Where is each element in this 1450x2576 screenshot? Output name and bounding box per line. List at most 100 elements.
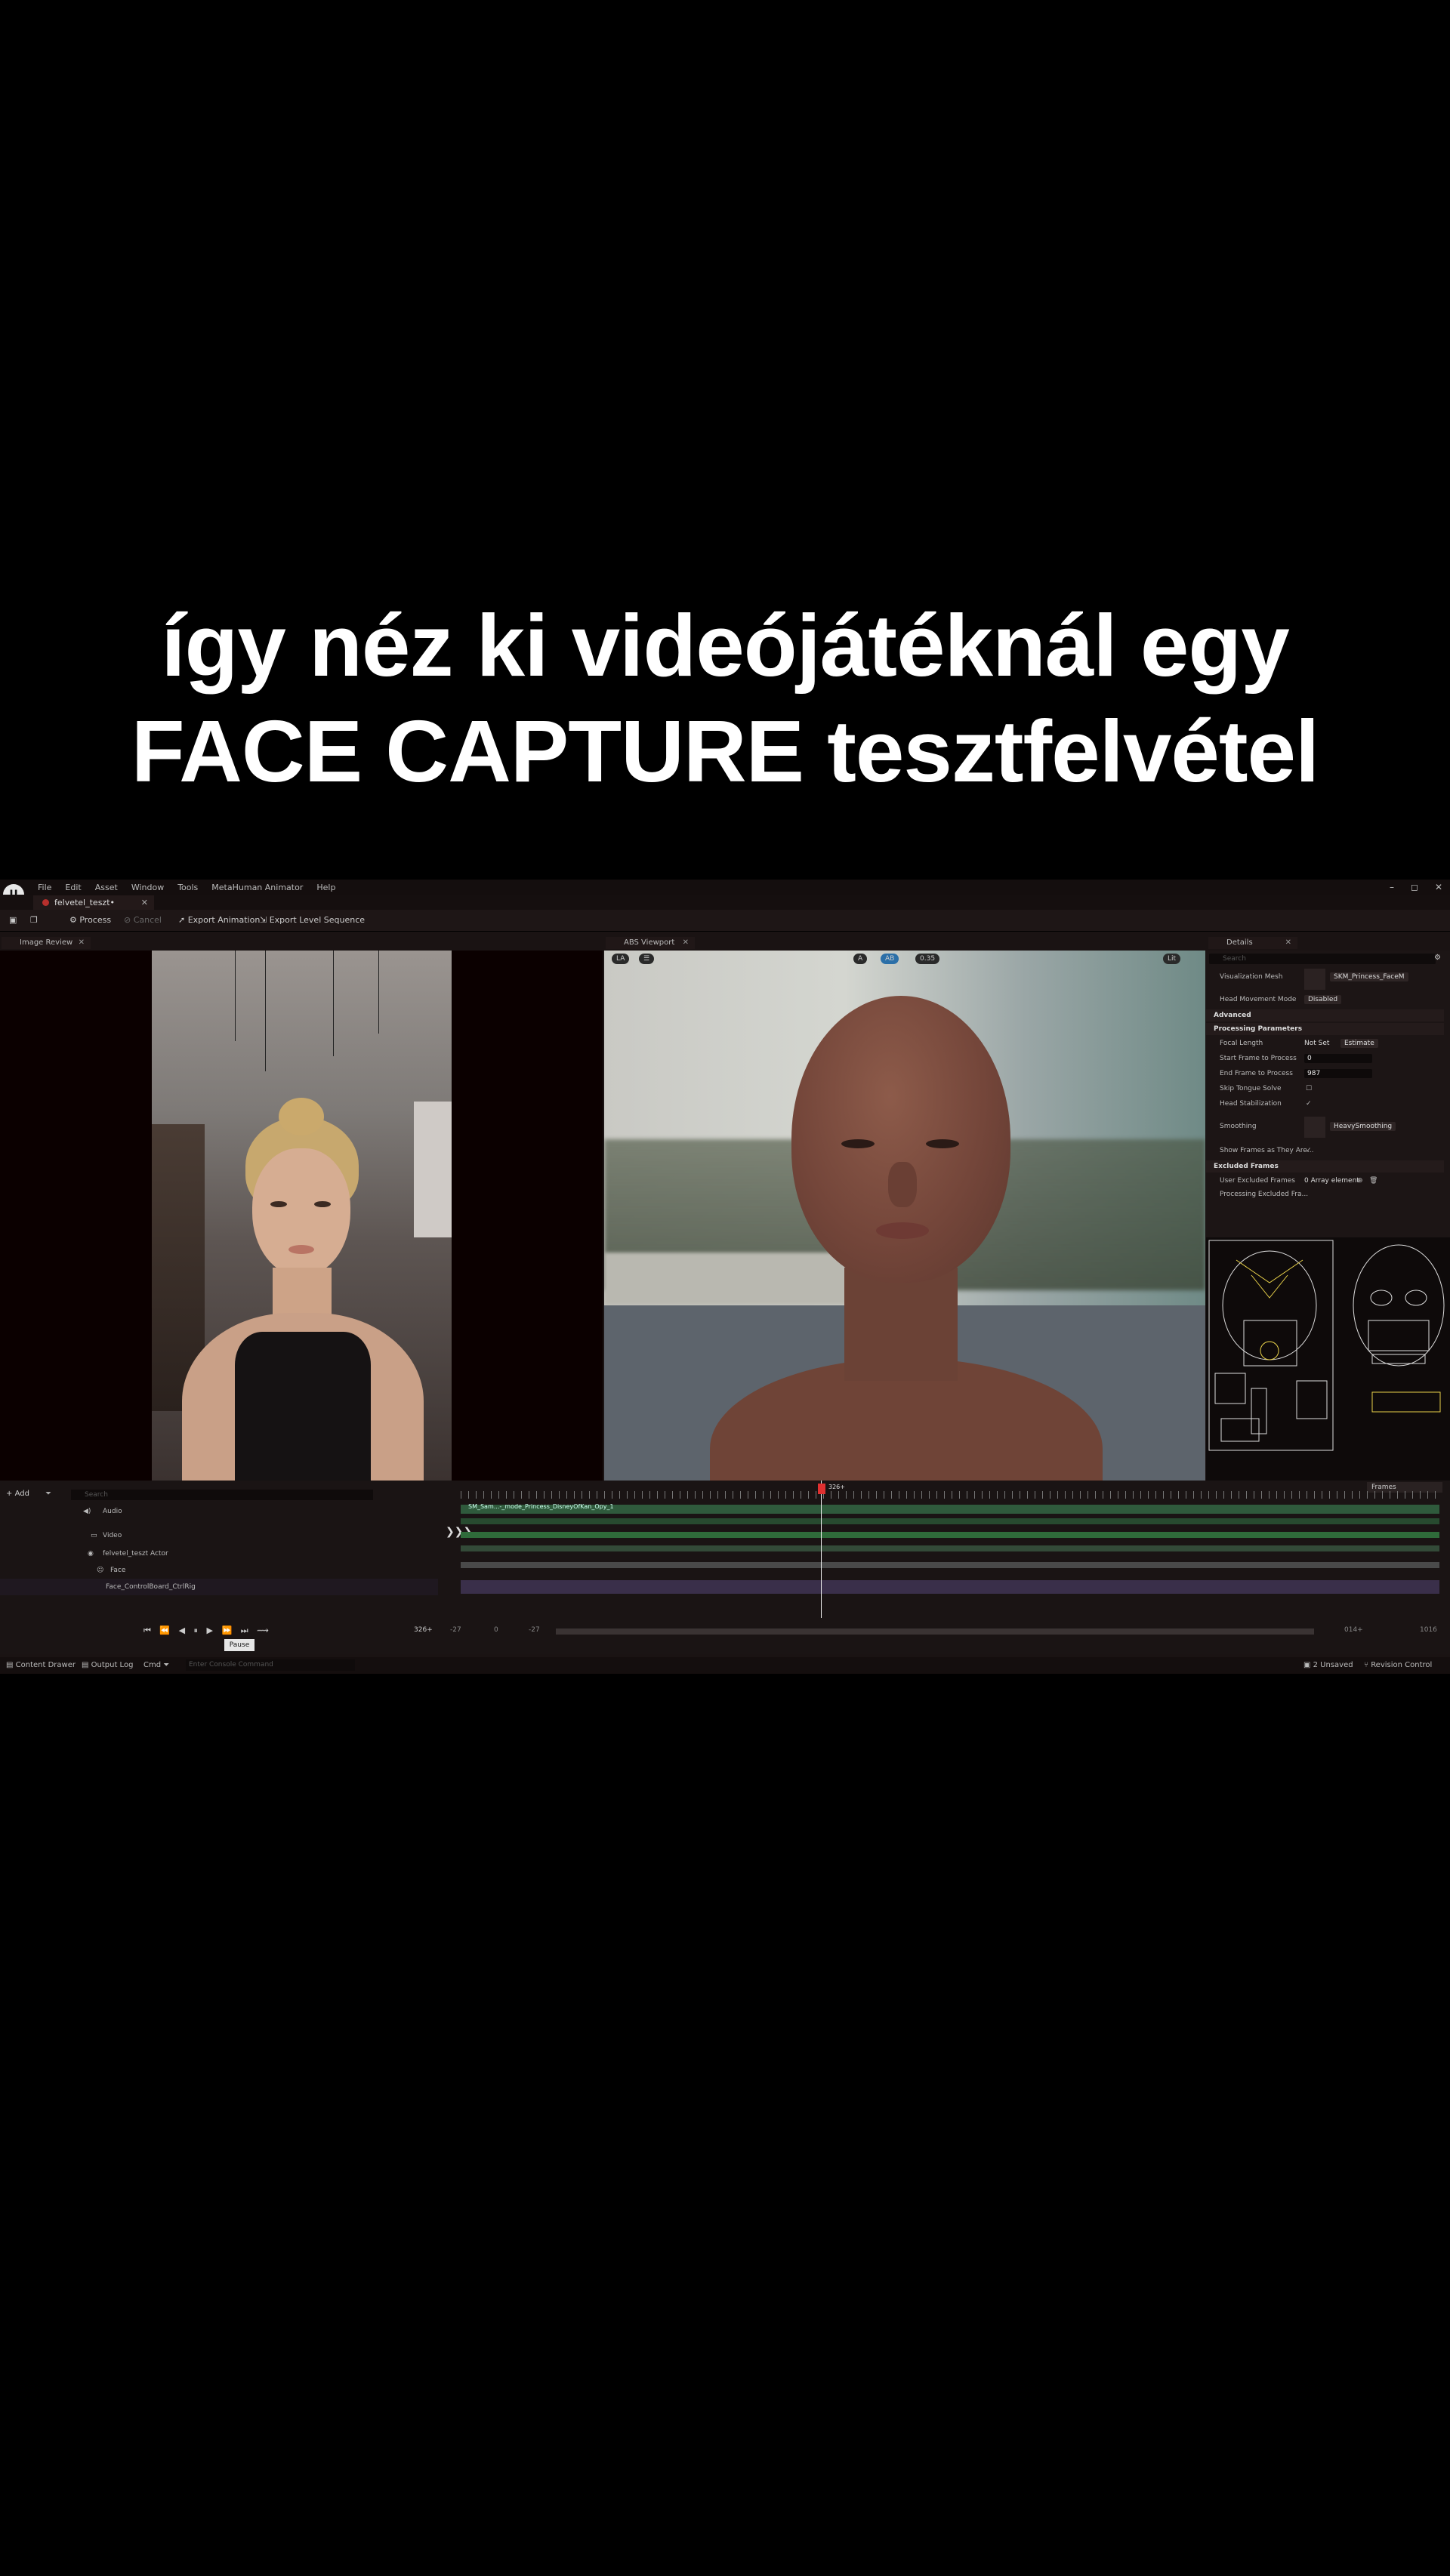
tab-felvetel-teszt[interactable]: felvetel_teszt• ✕ bbox=[33, 895, 154, 910]
range-mid2[interactable]: -27 bbox=[529, 1626, 540, 1634]
save-icon[interactable]: ▣ bbox=[9, 915, 17, 925]
add-element-icon[interactable]: ⊕ bbox=[1357, 1174, 1363, 1188]
row-processing-excluded: Processing Excluded Fra... bbox=[1220, 1191, 1309, 1198]
track-control-rig[interactable]: Face_ControlBoard_CtrlRig bbox=[0, 1579, 438, 1595]
menu-edit[interactable]: Edit bbox=[65, 883, 81, 892]
cancel-button[interactable]: ⊘ Cancel bbox=[124, 915, 162, 925]
row-head-stabilization: Head Stabilization ✓ bbox=[1206, 1097, 1444, 1111]
view-a-button[interactable]: A bbox=[853, 954, 868, 964]
playhead[interactable] bbox=[821, 1481, 822, 1618]
tab-details[interactable]: Details ✕ bbox=[1208, 937, 1297, 949]
section-processing-parameters[interactable]: Processing Parameters bbox=[1206, 1023, 1444, 1035]
tab-image-review[interactable]: Image Review ✕ bbox=[2, 937, 91, 949]
row-visualization-mesh: Visualization Mesh SKM_Princess_FaceM bbox=[1206, 969, 1444, 990]
timeline-scrollbar[interactable] bbox=[556, 1628, 1314, 1635]
smoothing-thumbnail[interactable] bbox=[1304, 1117, 1325, 1138]
range-start[interactable]: -27 bbox=[450, 1626, 461, 1634]
skip-tongue-checkbox[interactable]: ☐ bbox=[1306, 1082, 1312, 1095]
export-sequence-icon: ⇲ bbox=[260, 915, 270, 925]
details-search-input[interactable]: Search bbox=[1209, 954, 1436, 964]
start-frame-input[interactable]: 0 bbox=[1304, 1054, 1372, 1063]
section-excluded-frames[interactable]: Excluded Frames bbox=[1206, 1160, 1444, 1172]
close-tab-icon[interactable]: ✕ bbox=[141, 895, 148, 910]
timeline-ruler[interactable] bbox=[461, 1491, 1442, 1499]
filter-icon[interactable]: ⏷ bbox=[45, 1490, 51, 1498]
playhead-handle[interactable] bbox=[818, 1484, 825, 1494]
export-level-sequence-button[interactable]: ⇲ Export Level Sequence bbox=[260, 915, 365, 925]
console-input[interactable]: Enter Console Command bbox=[186, 1659, 355, 1671]
export-animation-button[interactable]: ➚ Export Animation bbox=[178, 915, 260, 925]
menu-asset[interactable]: Asset bbox=[95, 883, 118, 892]
viewport-view-button[interactable]: ☰ bbox=[639, 954, 655, 964]
face-icon: ☺ bbox=[97, 1567, 104, 1574]
revision-control-button[interactable]: ⑂ Revision Control bbox=[1364, 1657, 1432, 1674]
process-button[interactable]: ⚙ Process bbox=[69, 915, 111, 925]
revision-icon: ⑂ bbox=[1364, 1661, 1371, 1669]
unsaved-indicator[interactable]: ▣ 2 Unsaved bbox=[1303, 1657, 1353, 1674]
face-control-board-diagram bbox=[1206, 1237, 1450, 1481]
face-board-svg bbox=[1208, 1240, 1445, 1451]
sequencer-panel: + Add ⏷ Search Frames ◀) Audio ▭ Video ◉… bbox=[0, 1481, 1450, 1654]
reference-video-frame bbox=[152, 951, 452, 1481]
menu-help[interactable]: Help bbox=[316, 883, 335, 892]
transport-controls[interactable]: ⏮ ⏪ ◀ ⏸ ▶ ⏩ ⏭ ⟿ bbox=[143, 1625, 272, 1636]
add-track-button[interactable]: + Add bbox=[6, 1490, 29, 1498]
menu-file[interactable]: File bbox=[38, 883, 51, 892]
menu-metahuman-animator[interactable]: MetaHuman Animator bbox=[211, 883, 303, 892]
section-advanced[interactable]: Advanced bbox=[1206, 1009, 1444, 1021]
end-frame-input[interactable]: 987 bbox=[1304, 1069, 1372, 1078]
video-lane[interactable] bbox=[461, 1532, 1439, 1538]
range-end2[interactable]: 1016 bbox=[1420, 1626, 1437, 1634]
mesh-dropdown[interactable]: SKM_Princess_FaceM bbox=[1330, 972, 1408, 981]
audio-waveform-lane bbox=[461, 1518, 1439, 1524]
metahuman-viewport[interactable]: LA ☰ A AB 0.35 Lit bbox=[604, 951, 1205, 1481]
viewport-mode-button[interactable]: LA bbox=[612, 954, 630, 964]
caption-line-2: FACE CAPTURE tesztfelvétel bbox=[131, 702, 1320, 800]
image-review-panel bbox=[0, 951, 603, 1481]
delete-element-icon[interactable]: 🗑 bbox=[1369, 1174, 1378, 1188]
actor-lane[interactable] bbox=[461, 1545, 1439, 1551]
audio-lane[interactable]: SM_Sam...-_mode_Princess_DisneyOfKan_Opy… bbox=[461, 1503, 1439, 1514]
head-stabilization-checkbox[interactable]: ✓ bbox=[1306, 1097, 1312, 1111]
audio-icon: ◀) bbox=[83, 1508, 91, 1515]
zoom-readout[interactable]: 0.35 bbox=[915, 954, 940, 964]
smoothing-dropdown[interactable]: HeavySmoothing bbox=[1330, 1122, 1396, 1131]
control-rig-lane[interactable] bbox=[461, 1580, 1439, 1594]
menu-tools[interactable]: Tools bbox=[177, 883, 198, 892]
settings-icon[interactable]: ⚙ bbox=[1434, 954, 1441, 962]
lit-mode-button[interactable]: Lit bbox=[1163, 954, 1181, 964]
track-face[interactable]: ☺ Face bbox=[0, 1562, 438, 1579]
minimize-icon[interactable]: – bbox=[1390, 882, 1394, 892]
video-icon: ▭ bbox=[91, 1532, 97, 1539]
maximize-icon[interactable]: ◻ bbox=[1411, 882, 1418, 892]
menu-window[interactable]: Window bbox=[131, 883, 164, 892]
actor-icon: ◉ bbox=[88, 1550, 94, 1558]
cmd-dropdown[interactable]: Cmd ⏷ bbox=[143, 1657, 169, 1674]
video-caption: így néz ki videójátéknál egy FACE CAPTUR… bbox=[0, 593, 1450, 804]
range-end[interactable]: 014+ bbox=[1344, 1626, 1363, 1634]
status-bar: ▤ Content Drawer ▤ Output Log Cmd ⏷ Ente… bbox=[0, 1657, 1450, 1674]
show-frames-checkbox[interactable]: ✓ bbox=[1306, 1144, 1312, 1157]
range-mid[interactable]: 0 bbox=[494, 1626, 498, 1634]
row-head-movement: Head Movement Mode Disabled bbox=[1206, 993, 1444, 1006]
sequencer-search-input[interactable]: Search bbox=[71, 1490, 373, 1500]
output-log-button[interactable]: ▤ Output Log bbox=[82, 1657, 133, 1674]
estimate-button[interactable]: Estimate bbox=[1340, 1039, 1378, 1048]
content-drawer-button[interactable]: ▤ Content Drawer bbox=[6, 1657, 76, 1674]
close-panel-icon[interactable]: ✕ bbox=[683, 937, 689, 949]
tab-abs-viewport[interactable]: ABS Viewport ✕ bbox=[606, 937, 695, 949]
browse-icon[interactable]: ❐ bbox=[30, 915, 38, 925]
track-actor[interactable]: ◉ felvetel_teszt Actor bbox=[0, 1545, 438, 1562]
close-panel-icon[interactable]: ✕ bbox=[1285, 937, 1291, 949]
document-tab-bar: felvetel_teszt• ✕ bbox=[0, 895, 1450, 910]
view-ab-button[interactable]: AB bbox=[881, 954, 899, 964]
track-video[interactable]: ▭ Video bbox=[0, 1527, 438, 1544]
track-audio[interactable]: ◀) Audio bbox=[0, 1503, 438, 1520]
current-frame[interactable]: 326+ bbox=[414, 1626, 433, 1634]
face-lane[interactable] bbox=[461, 1562, 1439, 1568]
head-movement-dropdown[interactable]: Disabled bbox=[1304, 995, 1342, 1004]
close-panel-icon[interactable]: ✕ bbox=[79, 937, 85, 949]
tab-title: felvetel_teszt• bbox=[54, 898, 115, 907]
mesh-thumbnail[interactable] bbox=[1304, 969, 1325, 990]
close-window-icon[interactable]: ✕ bbox=[1435, 882, 1442, 892]
